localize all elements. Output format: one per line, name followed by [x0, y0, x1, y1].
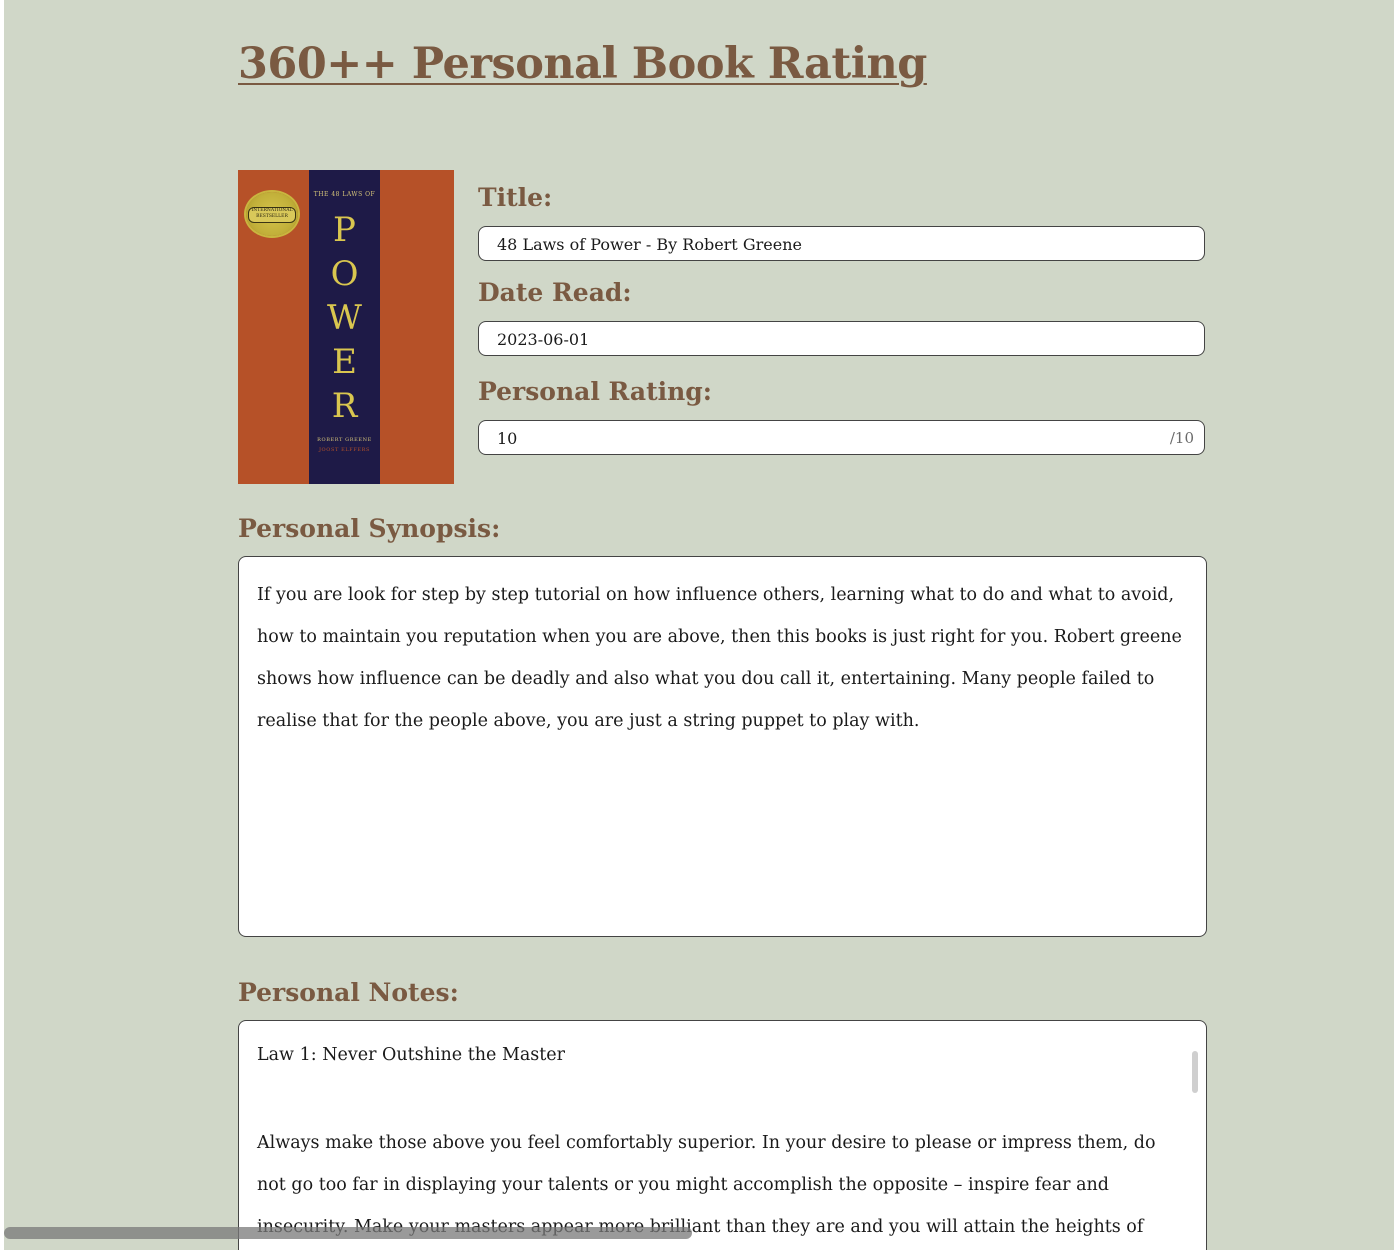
- page: 360++ Personal Book Rating INTERNATIONAL…: [4, 0, 1394, 1250]
- cover-author-2: JOOST ELFFERS: [318, 447, 371, 453]
- cover-title-letters: P O W E R: [309, 208, 380, 428]
- notes-textarea[interactable]: Law 1: Never Outshine the Master Always …: [238, 1020, 1207, 1250]
- page-horizontal-scrollbar[interactable]: [4, 1227, 692, 1239]
- notes-label: Personal Notes:: [238, 978, 459, 1007]
- title-label: Title:: [478, 183, 553, 212]
- cover-spine: THE 48 LAWS OF P O W E R ROBERT GREENE J…: [309, 170, 380, 484]
- synopsis-label: Personal Synopsis:: [238, 514, 501, 543]
- personal-rating-label: Personal Rating:: [478, 377, 713, 406]
- date-read-label: Date Read:: [478, 278, 632, 307]
- title-input[interactable]: 48 Laws of Power - By Robert Greene: [478, 226, 1205, 261]
- cover-letter: W: [327, 298, 362, 338]
- book-cover-image: INTERNATIONAL BESTSELLER THE 48 LAWS OF …: [238, 170, 454, 484]
- notes-vertical-scrollbar[interactable]: [1192, 1051, 1198, 1093]
- synopsis-text: If you are look for step by step tutoria…: [257, 585, 1182, 731]
- synopsis-textarea[interactable]: If you are look for step by step tutoria…: [238, 556, 1207, 937]
- personal-rating-value: 10: [497, 429, 518, 448]
- personal-rating-input[interactable]: 10 /10: [478, 420, 1205, 455]
- page-title: 360++ Personal Book Rating: [238, 39, 927, 89]
- title-input-value: 48 Laws of Power - By Robert Greene: [497, 235, 802, 254]
- cover-letter: E: [332, 342, 357, 382]
- cover-letter: R: [331, 386, 358, 426]
- cover-letter: O: [330, 254, 359, 294]
- seal-text: INTERNATIONAL BESTSELLER: [248, 207, 296, 223]
- bestseller-seal-icon: INTERNATIONAL BESTSELLER: [246, 192, 298, 236]
- cover-letter: P: [333, 210, 356, 250]
- cover-authors: ROBERT GREENE JOOST ELFFERS: [309, 435, 380, 455]
- cover-author-1: ROBERT GREENE: [317, 437, 372, 443]
- cover-top-text: THE 48 LAWS OF: [313, 191, 376, 198]
- notes-law-title: Law 1: Never Outshine the Master: [257, 1045, 566, 1065]
- date-read-input[interactable]: 2023-06-01: [478, 321, 1205, 356]
- date-read-input-value: 2023-06-01: [497, 330, 590, 349]
- rating-suffix: /10: [1169, 429, 1194, 447]
